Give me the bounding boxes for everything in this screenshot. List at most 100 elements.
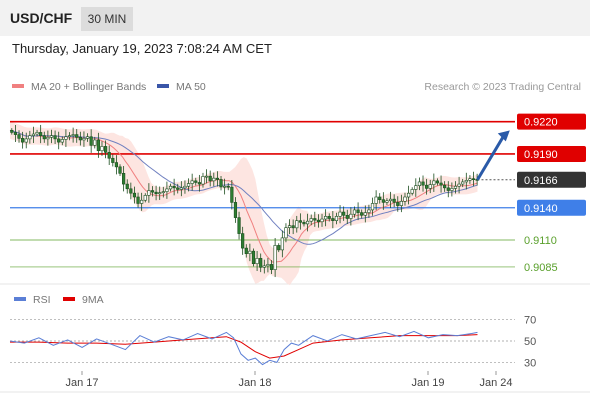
- candle-body: [13, 132, 18, 135]
- price-chart-svg: MA 20 + Bollinger Bands MA 50 Research © 2…: [0, 81, 590, 393]
- x-tick-label: Jan 19: [411, 377, 444, 389]
- candle-body: [46, 136, 50, 140]
- candle-body: [450, 188, 454, 191]
- candle-body: [360, 212, 364, 216]
- candle-body: [421, 181, 425, 186]
- candle-body: [208, 175, 212, 182]
- candle-body: [241, 233, 245, 249]
- candle-body: [305, 220, 310, 225]
- candle-body: [403, 196, 407, 202]
- x-tick-label: Jan 18: [238, 377, 271, 389]
- rsi-legend-swatch: [63, 297, 75, 301]
- forecast-arrow-shaft: [476, 136, 505, 181]
- candle-body: [57, 138, 61, 143]
- candle-body: [435, 180, 440, 184]
- candle-body: [165, 188, 169, 192]
- level-label: 0.9190: [524, 149, 558, 161]
- candle-body: [334, 216, 339, 221]
- candle-body: [71, 134, 75, 136]
- candle-body: [107, 152, 111, 159]
- candle-body: [363, 212, 367, 216]
- candle-body: [367, 209, 371, 213]
- candle-body: [370, 203, 375, 211]
- candle-body: [338, 211, 342, 217]
- candle-body: [309, 218, 313, 222]
- candle-body: [35, 132, 39, 135]
- candle-body: [125, 183, 129, 190]
- candle-body: [313, 218, 317, 221]
- candle-body: [49, 135, 54, 138]
- legend-swatch: [157, 84, 169, 88]
- candle-body: [82, 138, 86, 141]
- candle-body: [89, 136, 93, 146]
- candle-body: [378, 196, 382, 200]
- candle-body: [150, 190, 155, 193]
- candle-body: [219, 179, 223, 188]
- legend-label: MA 20 + Bollinger Bands: [31, 81, 146, 93]
- candle-body: [118, 166, 122, 174]
- level-label: 0.9110: [524, 235, 557, 247]
- candle-body: [320, 218, 324, 223]
- candle-body: [356, 209, 360, 213]
- candle-body: [262, 265, 266, 268]
- candle-body: [179, 187, 183, 190]
- candle-body: [190, 180, 194, 184]
- level-label: 0.9220: [524, 117, 558, 129]
- candle-body: [60, 139, 64, 143]
- candle-body: [417, 181, 422, 186]
- legend-label: MA 50: [176, 81, 206, 93]
- candle-body: [31, 133, 36, 136]
- candle-body: [396, 202, 400, 206]
- candle-body: [161, 191, 165, 193]
- candle-body: [140, 199, 144, 204]
- candle-body: [100, 146, 104, 152]
- candle-body: [284, 227, 288, 239]
- candle-body: [349, 213, 353, 219]
- candle-body: [381, 199, 385, 203]
- x-tick-label: Jan 17: [65, 377, 98, 389]
- candle-body: [443, 184, 447, 189]
- candle-body: [10, 129, 14, 133]
- candle-body: [414, 185, 418, 190]
- candle-body: [352, 209, 357, 215]
- level-label: 0.9085: [524, 262, 558, 274]
- candle-body: [93, 139, 97, 146]
- rsi-legend-swatch: [14, 297, 26, 301]
- candle-body: [428, 184, 432, 189]
- candle-body: [226, 185, 230, 188]
- candle-body: [324, 216, 328, 220]
- candle-body: [244, 247, 248, 254]
- candle-body: [17, 134, 21, 139]
- candle-body: [122, 173, 126, 185]
- candle-body: [432, 180, 436, 185]
- rsi-line: [9, 330, 478, 366]
- rsi-level-label: 50: [524, 336, 536, 348]
- candle-body: [21, 138, 25, 143]
- x-tick-label: Jan 24: [479, 377, 512, 389]
- candle-body: [295, 220, 299, 229]
- rsi-level-label: 70: [524, 315, 536, 327]
- candle-body: [331, 218, 335, 221]
- candle-body: [215, 177, 220, 180]
- candle-body: [345, 214, 349, 219]
- candle-body: [259, 258, 263, 268]
- candle-body: [42, 135, 46, 140]
- candle-body: [406, 192, 411, 198]
- candle-body: [28, 135, 32, 140]
- candle-body: [204, 175, 209, 178]
- forecast-arrow-head: [497, 130, 510, 142]
- candle-body: [461, 181, 465, 185]
- candle-body: [103, 146, 108, 153]
- candle-body: [457, 183, 461, 187]
- candle-body: [468, 178, 472, 181]
- candle-body: [316, 219, 321, 223]
- candle-body: [266, 264, 270, 267]
- candle-body: [464, 180, 468, 183]
- legend-swatch: [12, 84, 24, 88]
- candle-body: [114, 162, 119, 168]
- candle-body: [212, 177, 216, 182]
- candle-body: [201, 176, 205, 185]
- candle-body: [172, 185, 176, 189]
- credit-text: Research © 2023 Trading Central: [424, 81, 581, 93]
- candle-body: [342, 211, 346, 216]
